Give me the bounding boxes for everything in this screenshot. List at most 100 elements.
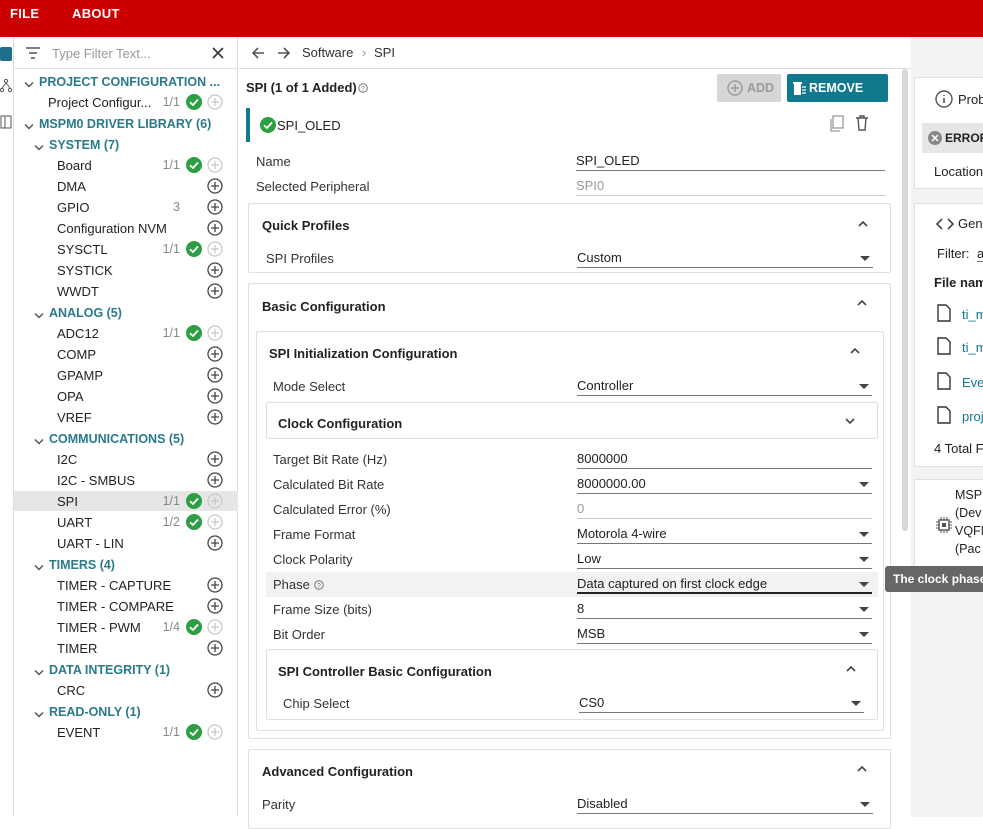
tree-item[interactable]: SPI 1/1	[14, 491, 238, 511]
file-row[interactable]: proj	[915, 406, 983, 430]
add-icon[interactable]	[207, 367, 223, 386]
mode-select[interactable]: Controller	[577, 378, 872, 396]
tree-item[interactable]: GPAMP	[14, 365, 238, 385]
tree-item[interactable]: TIMER - PWM 1/4	[14, 617, 238, 637]
add-icon[interactable]	[207, 94, 223, 113]
add-icon[interactable]	[207, 241, 223, 260]
add-icon[interactable]	[207, 535, 223, 554]
error-filter-chip[interactable]: ERROR	[922, 123, 983, 153]
tree-item[interactable]: ADC12 1/1	[14, 323, 238, 343]
tree-category[interactable]: READ-ONLY (1)	[14, 702, 238, 722]
tree-item[interactable]: I2C - SMBUS	[14, 470, 238, 490]
tree-item[interactable]: DMA	[14, 176, 238, 196]
config-row-field[interactable]: 8000000.00	[577, 476, 872, 494]
tree-item[interactable]: EVENT 1/1	[14, 722, 238, 742]
tree-category[interactable]: COMMUNICATIONS (5)	[14, 429, 238, 449]
tree-item[interactable]: Project Configur... 1/1	[14, 92, 238, 112]
add-button[interactable]: ADD	[717, 74, 781, 102]
tree-item[interactable]: TIMER	[14, 638, 238, 658]
tree-item[interactable]: TIMER - COMPARE	[14, 596, 238, 616]
copy-icon[interactable]	[829, 115, 845, 133]
tree-item[interactable]: UART - LIN	[14, 533, 238, 553]
add-icon[interactable]	[207, 262, 223, 281]
list-view-icon[interactable]	[0, 47, 12, 61]
add-icon[interactable]	[207, 178, 223, 197]
add-icon[interactable]	[207, 577, 223, 596]
tree-item[interactable]: COMP	[14, 344, 238, 364]
tree-category[interactable]: TIMERS (4)	[14, 555, 238, 575]
clear-filter-icon[interactable]	[212, 47, 224, 59]
add-icon[interactable]	[207, 220, 223, 239]
tree-item[interactable]: OPA	[14, 386, 238, 406]
file-row[interactable]: ti_m	[915, 304, 983, 328]
help-icon[interactable]: ?	[314, 580, 324, 590]
parity-select[interactable]: Disabled	[577, 796, 873, 814]
file-name[interactable]: Eve	[962, 375, 983, 390]
tree-category[interactable]: SYSTEM (7)	[14, 135, 238, 155]
add-icon[interactable]	[207, 640, 223, 659]
chip-select[interactable]: CS0	[579, 695, 864, 713]
files-filter-input[interactable]: a	[977, 246, 983, 262]
config-row-field[interactable]: 8	[577, 601, 872, 619]
collapse-chevron-icon[interactable]	[844, 662, 858, 676]
add-icon[interactable]	[207, 724, 223, 743]
add-icon[interactable]	[207, 325, 223, 344]
tree-item[interactable]: SYSCTL 1/1	[14, 239, 238, 259]
tree-category[interactable]: ANALOG (5)	[14, 303, 238, 323]
tree-item[interactable]: WWDT	[14, 281, 238, 301]
config-row-field[interactable]: MSB	[577, 626, 872, 644]
file-name[interactable]: ti_m	[962, 340, 983, 355]
remove-all-button[interactable]: REMOVE ALL	[787, 74, 888, 123]
name-field[interactable]: SPI_OLED	[576, 153, 885, 171]
file-row[interactable]: Eve	[915, 372, 983, 396]
add-icon[interactable]	[207, 619, 223, 638]
expand-chevron-icon[interactable]	[843, 414, 857, 428]
config-row-field[interactable]: 8000000	[577, 451, 872, 469]
add-icon[interactable]	[207, 493, 223, 512]
breadcrumb-software[interactable]: Software	[302, 45, 353, 60]
tree-item[interactable]: UART 1/2	[14, 512, 238, 532]
add-icon[interactable]	[207, 199, 223, 218]
add-icon[interactable]	[207, 682, 223, 701]
add-icon[interactable]	[207, 346, 223, 365]
collapse-chevron-icon[interactable]	[855, 762, 869, 776]
add-icon[interactable]	[207, 472, 223, 491]
collapse-chevron-icon[interactable]	[848, 344, 862, 358]
config-row-field[interactable]: Data captured on first clock edge	[577, 576, 872, 594]
filter-input[interactable]: Type Filter Text...	[52, 46, 151, 61]
tree-item[interactable]: Board 1/1	[14, 155, 238, 175]
tree-item[interactable]: TIMER - CAPTURE	[14, 575, 238, 595]
add-icon[interactable]	[207, 598, 223, 617]
file-name[interactable]: ti_m	[962, 307, 983, 322]
add-icon[interactable]	[207, 409, 223, 428]
tree-item[interactable]: VREF	[14, 407, 238, 427]
back-arrow-icon[interactable]	[251, 46, 265, 60]
add-icon[interactable]	[207, 451, 223, 470]
tree-item[interactable]: Configuration NVM	[14, 218, 238, 238]
panel-view-icon[interactable]	[0, 115, 12, 129]
add-icon[interactable]	[207, 514, 223, 533]
scrollbar-thumb[interactable]	[902, 69, 908, 531]
tree-item[interactable]: CRC	[14, 680, 238, 700]
hierarchy-view-icon[interactable]	[0, 79, 12, 93]
add-icon[interactable]	[207, 157, 223, 176]
add-icon[interactable]	[207, 283, 223, 302]
config-row-field[interactable]: Low	[577, 551, 872, 569]
help-icon[interactable]: ?	[358, 83, 368, 93]
collapse-chevron-icon[interactable]	[855, 296, 869, 310]
spi-profiles-select[interactable]: Custom	[577, 250, 873, 268]
delete-icon[interactable]	[855, 115, 869, 131]
file-menu[interactable]: FILE	[10, 6, 39, 21]
collapse-chevron-icon[interactable]	[856, 217, 870, 231]
tree-category[interactable]: PROJECT CONFIGURATION ...	[14, 72, 238, 92]
add-icon[interactable]	[207, 388, 223, 407]
tree-category[interactable]: DATA INTEGRITY (1)	[14, 660, 238, 680]
tree-item[interactable]: GPIO 3	[14, 197, 238, 217]
file-name[interactable]: proj	[962, 409, 983, 424]
forward-arrow-icon[interactable]	[277, 46, 291, 60]
config-row-field[interactable]: Motorola 4-wire	[577, 526, 872, 544]
file-row[interactable]: ti_m	[915, 337, 983, 361]
instance-row[interactable]: SPI_OLED	[246, 108, 889, 142]
tree-item[interactable]: SYSTICK	[14, 260, 238, 280]
tree-category[interactable]: MSPM0 DRIVER LIBRARY (6)	[14, 114, 238, 134]
